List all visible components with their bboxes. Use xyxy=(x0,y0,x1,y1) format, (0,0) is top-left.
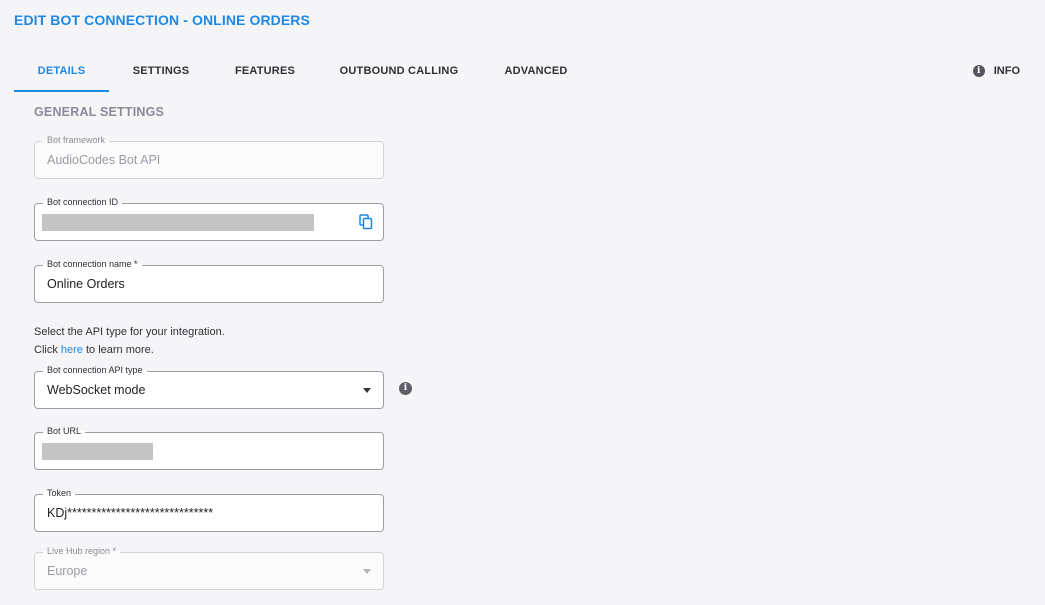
bot-framework-label: Bot framework xyxy=(43,135,110,145)
bot-connection-name-input[interactable]: Online Orders xyxy=(47,277,125,291)
bot-connection-id-label: Bot connection ID xyxy=(43,197,123,207)
tab-features[interactable]: FEATURES xyxy=(222,52,308,90)
learn-more-link[interactable]: here xyxy=(61,344,83,356)
live-hub-region-value: Europe xyxy=(47,564,88,578)
chevron-down-icon xyxy=(363,569,371,574)
bot-url-field[interactable]: Bot URL xyxy=(34,426,384,470)
bot-url-label: Bot URL xyxy=(43,426,86,436)
live-hub-region-select: Live Hub region * Europe xyxy=(34,546,384,590)
api-type-label: Bot connection API type xyxy=(43,365,147,375)
tab-bar: DETAILS SETTINGS FEATURES OUTBOUND CALLI… xyxy=(14,52,1034,92)
bot-framework-value: AudioCodes Bot API xyxy=(47,153,161,167)
help-prefix: Click xyxy=(34,344,61,356)
tab-details[interactable]: DETAILS xyxy=(14,52,109,92)
redacted-value xyxy=(42,214,314,231)
token-field[interactable]: Token KDj****************************** xyxy=(34,488,384,532)
api-type-help-text: Select the API type for your integration… xyxy=(34,323,225,359)
redacted-value xyxy=(42,443,153,460)
tab-outbound-calling[interactable]: OUTBOUND CALLING xyxy=(326,52,472,90)
token-input[interactable]: KDj****************************** xyxy=(47,506,213,520)
page-title: EDIT BOT CONNECTION - ONLINE ORDERS xyxy=(14,12,310,28)
copy-icon[interactable] xyxy=(359,214,373,230)
tab-info-label: INFO xyxy=(993,65,1020,77)
api-type-value: WebSocket mode xyxy=(47,383,146,397)
bot-connection-id-field[interactable]: Bot connection ID xyxy=(34,197,384,241)
bot-framework-field: Bot framework AudioCodes Bot API xyxy=(34,135,384,179)
tab-advanced[interactable]: ADVANCED xyxy=(492,52,580,90)
api-type-select[interactable]: Bot connection API type WebSocket mode xyxy=(34,365,384,409)
section-title: GENERAL SETTINGS xyxy=(34,105,165,119)
help-suffix: to learn more. xyxy=(82,344,154,356)
bot-connection-name-field[interactable]: Bot connection name * Online Orders xyxy=(34,259,384,303)
help-line-2: Click here to learn more. xyxy=(34,341,225,359)
help-line-1: Select the API type for your integration… xyxy=(34,326,225,338)
info-icon: i xyxy=(972,65,985,77)
live-hub-region-label: Live Hub region * xyxy=(43,546,121,556)
token-label: Token xyxy=(43,488,76,498)
chevron-down-icon[interactable] xyxy=(363,388,371,393)
bot-connection-name-label: Bot connection name * xyxy=(43,259,142,269)
tab-info[interactable]: i INFO xyxy=(972,52,1020,90)
api-type-info-icon[interactable]: i xyxy=(399,382,412,395)
tab-settings[interactable]: SETTINGS xyxy=(118,52,204,90)
